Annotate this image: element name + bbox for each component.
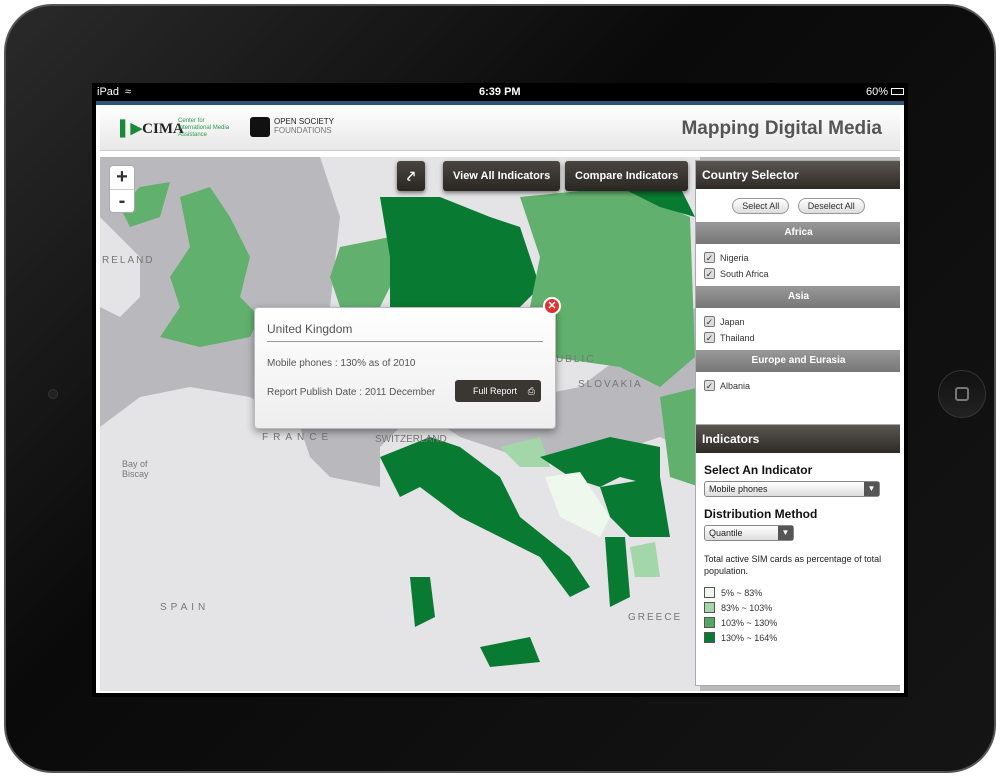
home-button[interactable] [938, 370, 986, 418]
device-name: iPad [97, 86, 120, 98]
clock: 6:39 PM [479, 86, 521, 98]
indicator-description: Total active SIM cards as percentage of … [704, 554, 882, 576]
map-label: SWITZERLAND [375, 434, 447, 445]
battery-level: 60% [865, 86, 888, 98]
region-header: Asia [696, 286, 900, 308]
printer-icon: ⎙ [527, 386, 535, 396]
chevron-down-icon: ▼ [778, 526, 793, 540]
map-label: Bay of Biscay [122, 459, 149, 479]
map-label: UBLIC [556, 354, 596, 365]
screen: iPad ≈ 6:39 PM 60% ▌▶CIMA Center for Int… [92, 83, 908, 697]
map[interactable]: RELAND FRANCE SWITZERLAND SPAIN SLOVAKIA… [100, 157, 900, 691]
legend-item: 83% ~ 103% [704, 602, 893, 613]
battery-icon [891, 88, 904, 95]
full-report-button[interactable]: Full Report ⎙ [455, 380, 541, 402]
country-checkbox[interactable]: ✓ Japan [696, 312, 900, 328]
indicators-title: Indicators [696, 425, 900, 453]
indicator-select[interactable]: Mobile phones ▼ [704, 481, 880, 497]
camera [48, 389, 58, 399]
share-icon: ⤤ [407, 168, 415, 184]
cima-logo: ▌▶CIMA [120, 121, 184, 137]
app-title: Mapping Digital Media [681, 118, 882, 139]
select-indicator-label: Select An Indicator [704, 463, 813, 477]
select-all-button[interactable]: Select All [732, 198, 790, 214]
chevron-down-icon: ▼ [864, 482, 879, 496]
app: ▌▶CIMA Center for International Media As… [96, 101, 904, 693]
distribution-select[interactable]: Quantile ▼ [704, 525, 794, 541]
country-checkbox[interactable]: ✓ Nigeria [696, 248, 900, 264]
map-label: SLOVAKIA [578, 379, 643, 390]
country-selector-title: Country Selector [696, 161, 900, 189]
popup-indicator: Mobile phones : 130% as of 2010 [267, 358, 416, 369]
legend-item: 5% ~ 83% [704, 587, 893, 598]
view-all-indicators-button[interactable]: View All Indicators [443, 161, 561, 191]
country-checkbox[interactable]: ✓ Albania [696, 376, 900, 392]
map-label: RELAND [102, 255, 155, 266]
map-label: SPAIN [160, 602, 210, 613]
country-checkbox[interactable]: ✓ South Africa [696, 264, 900, 280]
compare-indicators-button[interactable]: Compare Indicators [565, 161, 689, 191]
legend-item: 103% ~ 130% [704, 617, 893, 628]
osf-logo: OPEN SOCIETY FOUNDATIONS [250, 117, 334, 137]
zoom-control: + - [109, 165, 135, 213]
status-bar: iPad ≈ 6:39 PM 60% [92, 83, 908, 101]
wifi-icon: ≈ [125, 86, 132, 98]
close-popup-button[interactable]: ✕ [543, 297, 561, 315]
map-label: GREECE [628, 612, 683, 623]
country-checkbox[interactable]: ✓ Thailand [696, 328, 900, 344]
distribution-method-label: Distribution Method [704, 507, 818, 521]
cima-subtitle: Center for International Media Assistanc… [178, 118, 230, 138]
header: ▌▶CIMA Center for International Media As… [100, 105, 900, 151]
zoom-out-button[interactable]: - [110, 189, 134, 212]
indicators-panel: Indicators Select An Indicator Mobile ph… [695, 424, 900, 686]
popup-publish-date: Report Publish Date : 2011 December [267, 387, 436, 398]
popup-country: United Kingdom [267, 322, 543, 342]
share-button[interactable]: ⤤ [397, 161, 425, 191]
zoom-in-button[interactable]: + [110, 166, 134, 189]
deselect-all-button[interactable]: Deselect All [797, 198, 865, 214]
country-popup: United Kingdom ✕ Mobile phones : 130% as… [254, 297, 561, 429]
region-header: Europe and Eurasia [696, 350, 900, 372]
legend-item: 130% ~ 164% [704, 632, 893, 643]
map-label: FRANCE [262, 432, 334, 443]
region-header: Africa [696, 222, 900, 244]
